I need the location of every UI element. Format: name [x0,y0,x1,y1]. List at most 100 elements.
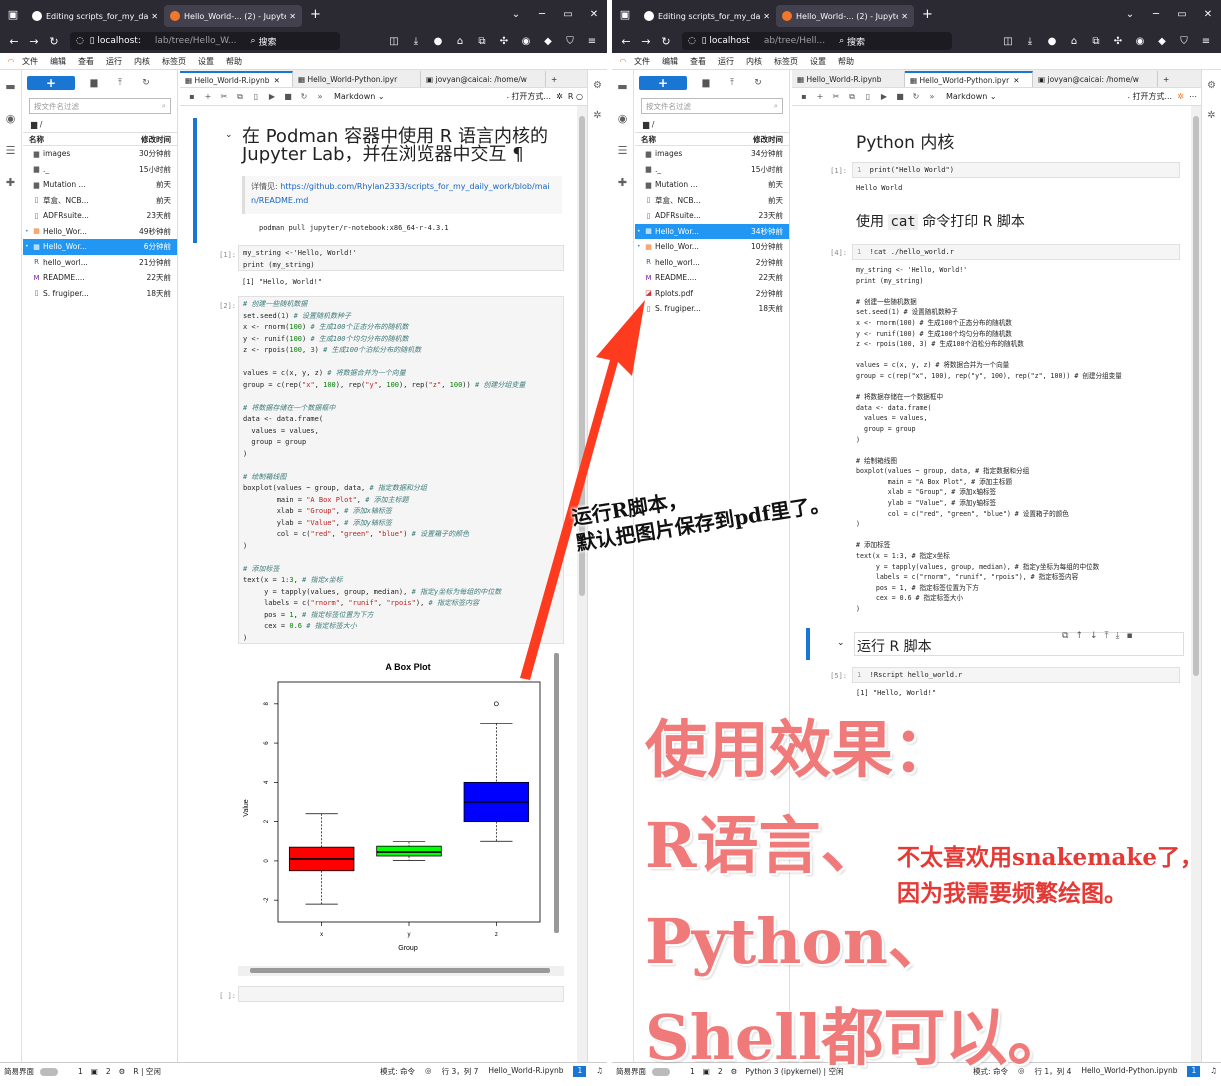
close-icon[interactable]: ✕ [289,12,296,21]
extension-icon[interactable]: ◆ [1151,36,1173,47]
minimize-icon[interactable]: ─ [529,9,555,20]
close-icon[interactable]: ✕ [274,76,280,85]
kernel-count[interactable]: 2 [718,1067,723,1076]
run-icon[interactable]: ▶ [876,92,892,101]
close-icon[interactable]: ✕ [151,12,158,21]
file-list-header[interactable]: 名称 修改时间 [635,132,789,146]
extension-icon[interactable]: ⛉ [559,36,581,47]
toc-icon[interactable]: ☰ [612,134,633,166]
pocket-icon[interactable]: ◫ [997,36,1019,47]
back-icon[interactable]: ← [4,35,24,48]
delete-icon[interactable]: ▪ [1127,631,1140,641]
file-row[interactable]: ▯ S. frugiper... 18天前 [635,301,789,317]
chevron-down-icon[interactable]: ⌄ [1117,9,1143,20]
refresh-icon[interactable]: ↻ [133,78,159,88]
breadcrumb[interactable]: ▆ / [635,116,789,132]
new-tab-icon[interactable]: + [310,7,321,22]
property-inspector-icon[interactable]: ⚙ [588,70,607,100]
file-row[interactable]: • ▦ Hello_Wor... 34秒钟前 [635,223,789,239]
bug-icon[interactable]: ✲ [1177,92,1184,101]
toc-icon[interactable]: ☰ [0,134,21,166]
paste-icon[interactable]: ▯ [248,92,264,101]
save-icon[interactable]: ▪ [796,92,812,101]
new-folder-icon[interactable]: ▆ [693,78,719,88]
new-folder-icon[interactable]: ▆ [81,78,107,88]
details-link[interactable]: https://github.com/Rhylan2333/scripts_fo… [251,182,550,205]
tab-hello-world-r[interactable]: ▦ Hello_World-R.ipynb [792,71,905,87]
menu-icon[interactable]: ≡ [581,36,603,47]
file-row[interactable]: ▯ S. frugiper... 18天前 [23,286,177,302]
reload-icon[interactable]: ↻ [656,35,676,48]
breadcrumb[interactable]: ▆ / [23,116,177,132]
file-row[interactable]: Rhello_worl... 21分钟前 [23,255,177,271]
cut-icon[interactable]: ✂ [216,92,232,101]
file-row[interactable]: ▆ images 34分钟前 [635,146,789,162]
file-row[interactable]: • ▦ Hello_Wor... 10分钟前 [635,239,789,255]
extension-icon[interactable]: ◆ [537,36,559,47]
upload-icon[interactable]: ⤒ [719,78,745,88]
paste-icon[interactable]: ▯ [860,92,876,101]
empty-code-cell[interactable] [238,986,564,1002]
browser-tab-jupyter[interactable]: Hello_World-... (2) - JupyterL ✕ [164,5,302,27]
column-name[interactable]: 名称 [29,134,141,145]
save-icon[interactable]: ▪ [184,92,200,101]
file-filter-input[interactable]: 按文件名过滤 ⌕ [641,98,783,114]
more-icon[interactable]: ⋯ [1189,92,1197,101]
simple-mode-toggle[interactable] [652,1067,670,1076]
extension-icon[interactable]: ✣ [493,36,515,47]
add-cell-icon[interactable]: + [200,92,216,101]
file-row[interactable]: M README.... 22天前 [23,270,177,286]
upload-icon[interactable]: ⤒ [107,78,133,88]
url-bar[interactable]: ◌ ▯ localhost ab/tree/Hell... ⌕ 搜索 [682,32,952,50]
column-name[interactable]: 名称 [641,134,753,145]
bell-icon[interactable]: ♫ [1210,1066,1217,1077]
copy-icon[interactable]: ⧉ [844,92,860,102]
new-launcher-button[interactable]: + [639,76,687,90]
close-window-icon[interactable]: ✕ [1195,9,1221,20]
collapse-icon[interactable]: ⌄ [225,130,233,140]
file-row[interactable]: ▆ Mutation ... 前天 [23,177,177,193]
extension-icon[interactable]: ✣ [1107,36,1129,47]
terminal-count[interactable]: 1 [78,1067,83,1076]
move-up-icon[interactable]: ↑ [1075,631,1090,641]
menu-edit[interactable]: 编辑 [50,56,66,67]
file-row[interactable]: ▯ 草盒、NCB... 前天 [635,193,789,209]
notification-badge[interactable]: 1 [573,1066,587,1077]
file-row[interactable]: ▆ ._ 15小时前 [635,162,789,178]
menu-kernel[interactable]: 内核 [134,56,150,67]
close-icon[interactable]: ✕ [901,12,908,21]
download-icon[interactable]: ⤓ [1019,36,1041,47]
maximize-icon[interactable]: ▭ [555,9,581,20]
browser-tab-github[interactable]: Editing scripts_for_my_daily ✕ [638,5,776,27]
tab-terminal[interactable]: ▣ jovyan@caicai: /home/w [421,71,546,87]
kernel-name[interactable]: R [568,92,574,101]
menu-kernel[interactable]: 内核 [746,56,762,67]
running-icon[interactable]: ◉ [612,102,633,134]
maximize-icon[interactable]: ▭ [1169,9,1195,20]
column-modified[interactable]: 修改时间 [753,134,783,145]
minimize-icon[interactable]: ─ [1143,9,1169,20]
chevron-down-icon[interactable]: ⌄ [503,9,529,20]
terminal-count[interactable]: 1 [690,1067,695,1076]
file-row[interactable]: ▯ ADFRsuite... 23天前 [23,208,177,224]
extension-manager-icon[interactable]: ✚ [612,166,633,198]
file-row[interactable]: • ▦ Hello_Wor... 49秒钟前 [23,224,177,240]
menu-help[interactable]: 帮助 [226,56,242,67]
browser-tab-github[interactable]: Editing scripts_for_my_daily ✕ [26,5,164,27]
restart-icon[interactable]: ↻ [296,92,312,101]
back-icon[interactable]: ← [616,35,636,48]
extension-icon[interactable]: ⧉ [1085,36,1107,47]
tab-hello-world-python[interactable]: ▦ Hello_World-Python.ipyr [293,71,421,87]
cursor-position[interactable]: 行 1，列 4 [1035,1066,1072,1077]
file-row[interactable]: M README.... 22天前 [635,270,789,286]
reload-icon[interactable]: ↻ [44,35,64,48]
file-row[interactable]: ▯ ADFRsuite... 23天前 [635,208,789,224]
extension-icon[interactable]: ● [427,36,449,47]
open-with-button[interactable]: ⸳ 打开方式... [507,91,551,102]
forward-icon[interactable]: → [636,35,656,48]
cut-icon[interactable]: ✂ [828,92,844,101]
url-bar[interactable]: ◌ ▯ localhost: lab/tree/Hello_W... ⌕ 搜索 [70,32,340,50]
scroll-thumb[interactable] [579,116,585,596]
notebook-scrollbar[interactable] [1191,106,1201,1062]
menu-view[interactable]: 查看 [690,56,706,67]
